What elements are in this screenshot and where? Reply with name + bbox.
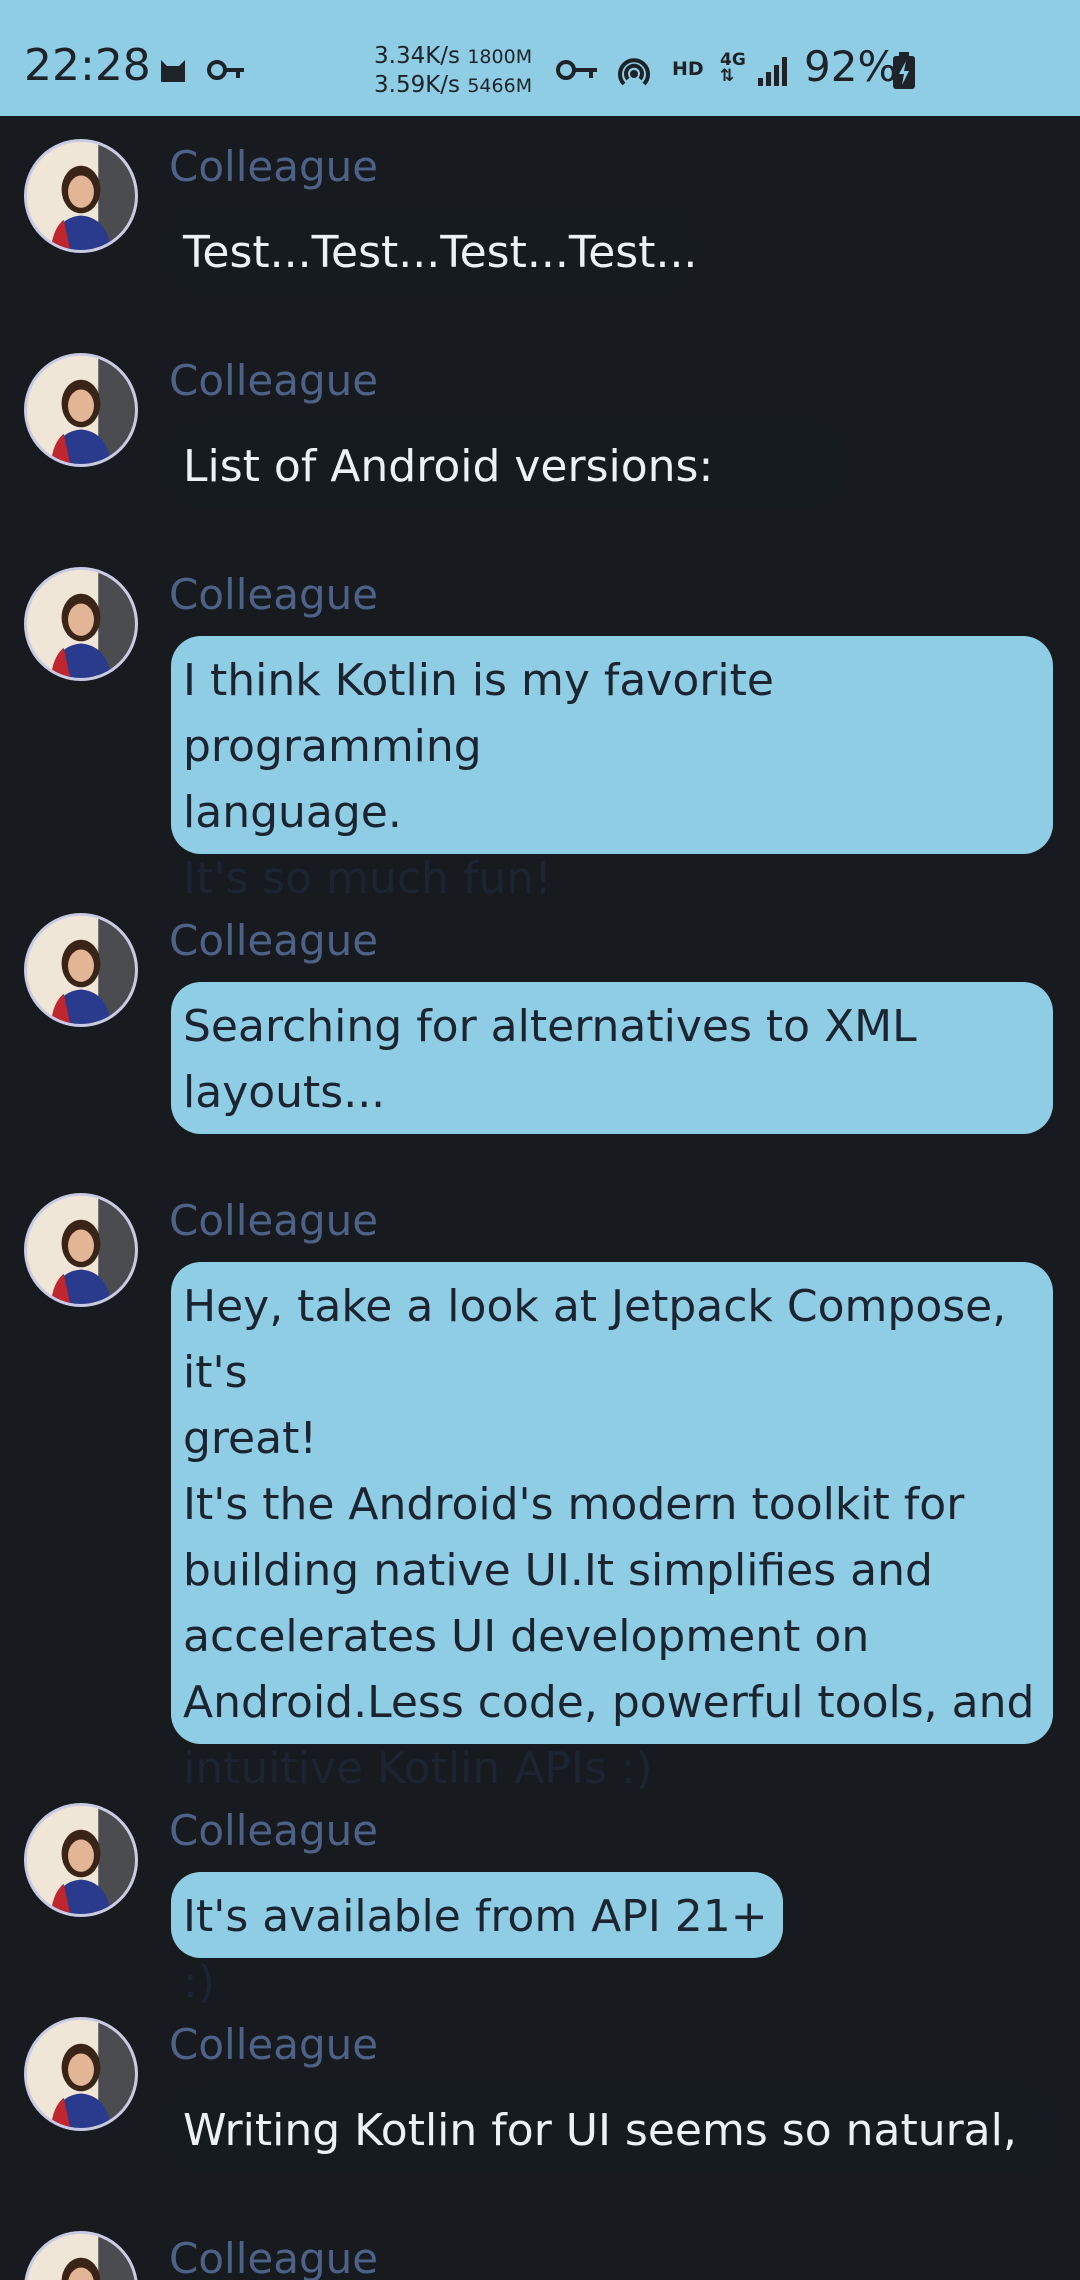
author-name: Colleague	[169, 570, 379, 619]
author-name: Colleague	[169, 2234, 379, 2280]
message-bubble[interactable]: Test...Test...Test...Test...	[171, 208, 698, 294]
battery-charging-icon	[893, 52, 915, 89]
key-icon	[207, 60, 244, 80]
message-bubble[interactable]: List of Android versions:	[171, 422, 841, 508]
author-name: Colleague	[169, 1196, 379, 1245]
message-text: It's available from API 21+ :)	[183, 1891, 782, 2008]
avatar[interactable]	[24, 139, 138, 253]
hd-label: HD	[672, 58, 704, 80]
clock: 22:28	[24, 40, 151, 91]
message-list[interactable]: Colleague Test...Test...Test...Test... C…	[0, 116, 1080, 2280]
network-speed: 3.34K/s 1800M 3.59K/s 5466M	[374, 43, 533, 98]
author-name: Colleague	[169, 142, 379, 191]
message-text: Hey, take a look at Jetpack Compose, it'…	[183, 1281, 1035, 1794]
message-text: Writing Kotlin for UI seems so natural,	[183, 2105, 1017, 2156]
signal-icon	[758, 57, 787, 86]
author-name: Colleague	[169, 1806, 379, 1855]
hotspot-icon	[618, 58, 650, 86]
status-bar: 22:28 3.34K/s 1800M 3.59K/s 5466M HD 4G ⇅…	[0, 0, 1080, 116]
author-name: Colleague	[169, 356, 379, 405]
message-bubble[interactable]: Searching for alternatives to XML layout…	[171, 982, 1053, 1134]
cat-icon	[161, 60, 185, 82]
message-text: Test...Test...Test...Test...	[183, 227, 698, 278]
avatar[interactable]	[24, 2231, 138, 2280]
author-name: Colleague	[169, 916, 379, 965]
message-bubble[interactable]: It's available from API 21+ :)	[171, 1872, 783, 2008]
message-text: I think Kotlin is my favorite programmin…	[183, 655, 774, 904]
avatar[interactable]	[24, 353, 138, 467]
network-type: 4G ⇅	[720, 50, 746, 86]
message-bubble[interactable]: I think Kotlin is my favorite programmin…	[171, 636, 1053, 904]
avatar[interactable]	[24, 1803, 138, 1917]
message-bubble[interactable]: Hey, take a look at Jetpack Compose, it'…	[171, 1262, 1053, 1794]
avatar[interactable]	[24, 1193, 138, 1307]
avatar[interactable]	[24, 913, 138, 1027]
message-text: List of Android versions:	[183, 441, 714, 492]
message-text: Searching for alternatives to XML layout…	[183, 1001, 917, 1118]
vpn-key-icon	[556, 60, 597, 80]
avatar[interactable]	[24, 567, 138, 681]
author-name: Colleague	[169, 2020, 379, 2069]
avatar[interactable]	[24, 2017, 138, 2131]
message-bubble[interactable]: Writing Kotlin for UI seems so natural,	[171, 2086, 1053, 2172]
battery-percent: 92%	[804, 42, 898, 91]
